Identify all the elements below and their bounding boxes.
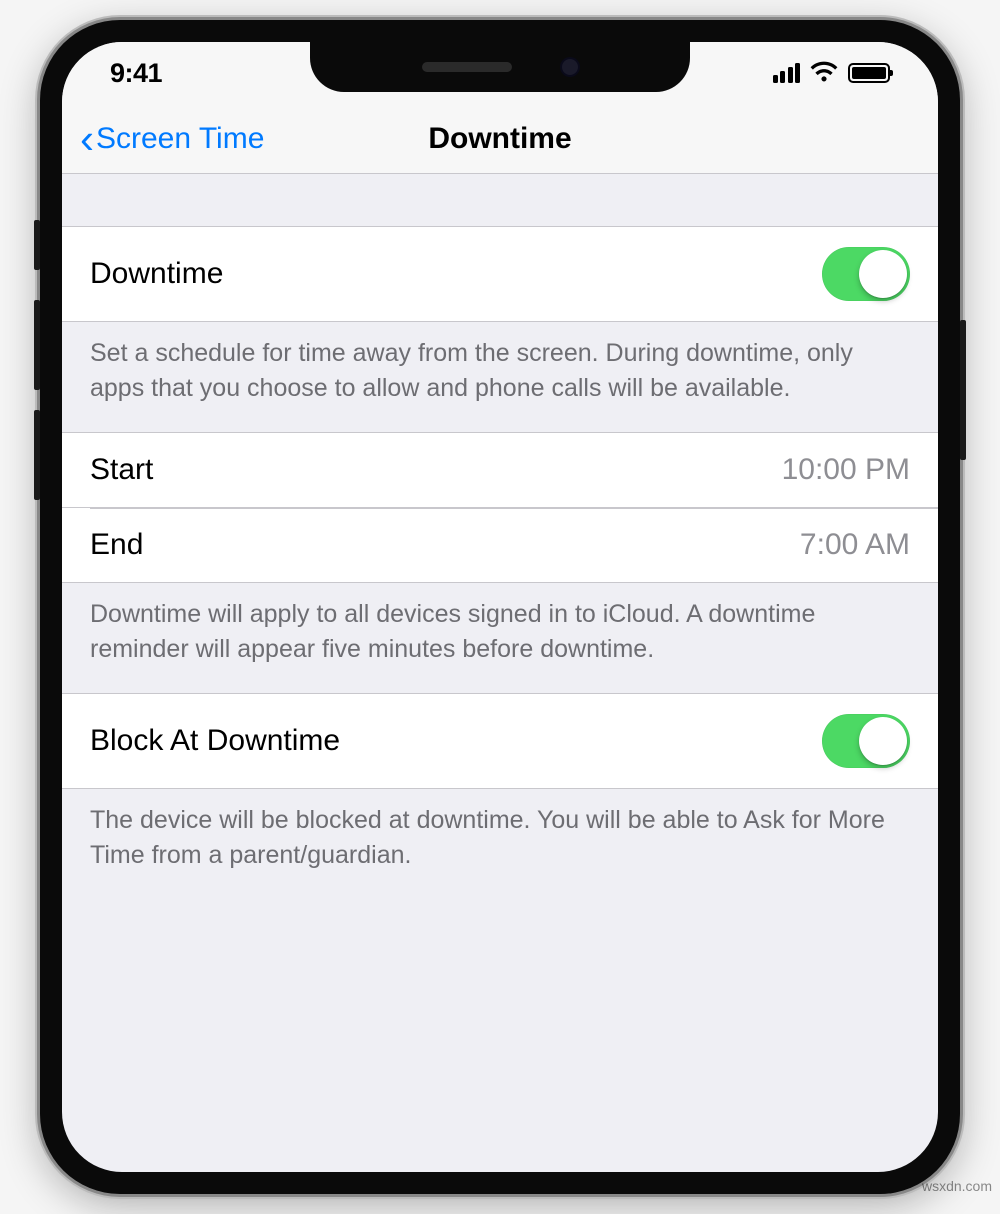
block-toggle-label: Block At Downtime	[90, 724, 340, 758]
toggle-knob	[859, 717, 907, 765]
end-label: End	[90, 528, 143, 562]
wifi-icon	[810, 60, 838, 87]
volume-up-button	[34, 300, 40, 390]
toggle-knob	[859, 250, 907, 298]
end-value: 7:00 AM	[800, 528, 910, 562]
schedule-description: Downtime will apply to all devices signe…	[62, 583, 938, 693]
battery-icon	[848, 63, 890, 83]
back-label: Screen Time	[96, 122, 264, 156]
watermark: wsxdn.com	[922, 1178, 992, 1194]
end-time-row[interactable]: End 7:00 AM	[62, 508, 938, 583]
status-time: 9:41	[110, 58, 162, 89]
power-button	[960, 320, 966, 460]
back-button[interactable]: ‹ Screen Time	[80, 118, 264, 160]
downtime-toggle-row: Downtime	[62, 226, 938, 322]
section-spacer	[62, 174, 938, 226]
start-label: Start	[90, 453, 153, 487]
downtime-toggle[interactable]	[822, 247, 910, 301]
front-camera	[562, 59, 578, 75]
downtime-description: Set a schedule for time away from the sc…	[62, 322, 938, 432]
downtime-toggle-label: Downtime	[90, 257, 223, 291]
navigation-bar: ‹ Screen Time Downtime	[62, 104, 938, 174]
mute-switch	[34, 220, 40, 270]
speaker-grille	[422, 62, 512, 72]
status-icons	[773, 60, 891, 87]
cellular-signal-icon	[773, 63, 801, 83]
start-time-row[interactable]: Start 10:00 PM	[62, 432, 938, 508]
block-toggle[interactable]	[822, 714, 910, 768]
page-title: Downtime	[428, 122, 571, 156]
phone-frame: 9:41 ‹ Scr	[40, 20, 960, 1194]
start-value: 10:00 PM	[782, 453, 910, 487]
volume-down-button	[34, 410, 40, 500]
notch	[310, 42, 690, 92]
block-description: The device will be blocked at downtime. …	[62, 789, 938, 899]
block-toggle-row: Block At Downtime	[62, 693, 938, 789]
chevron-left-icon: ‹	[80, 118, 94, 160]
screen: 9:41 ‹ Scr	[62, 42, 938, 1172]
